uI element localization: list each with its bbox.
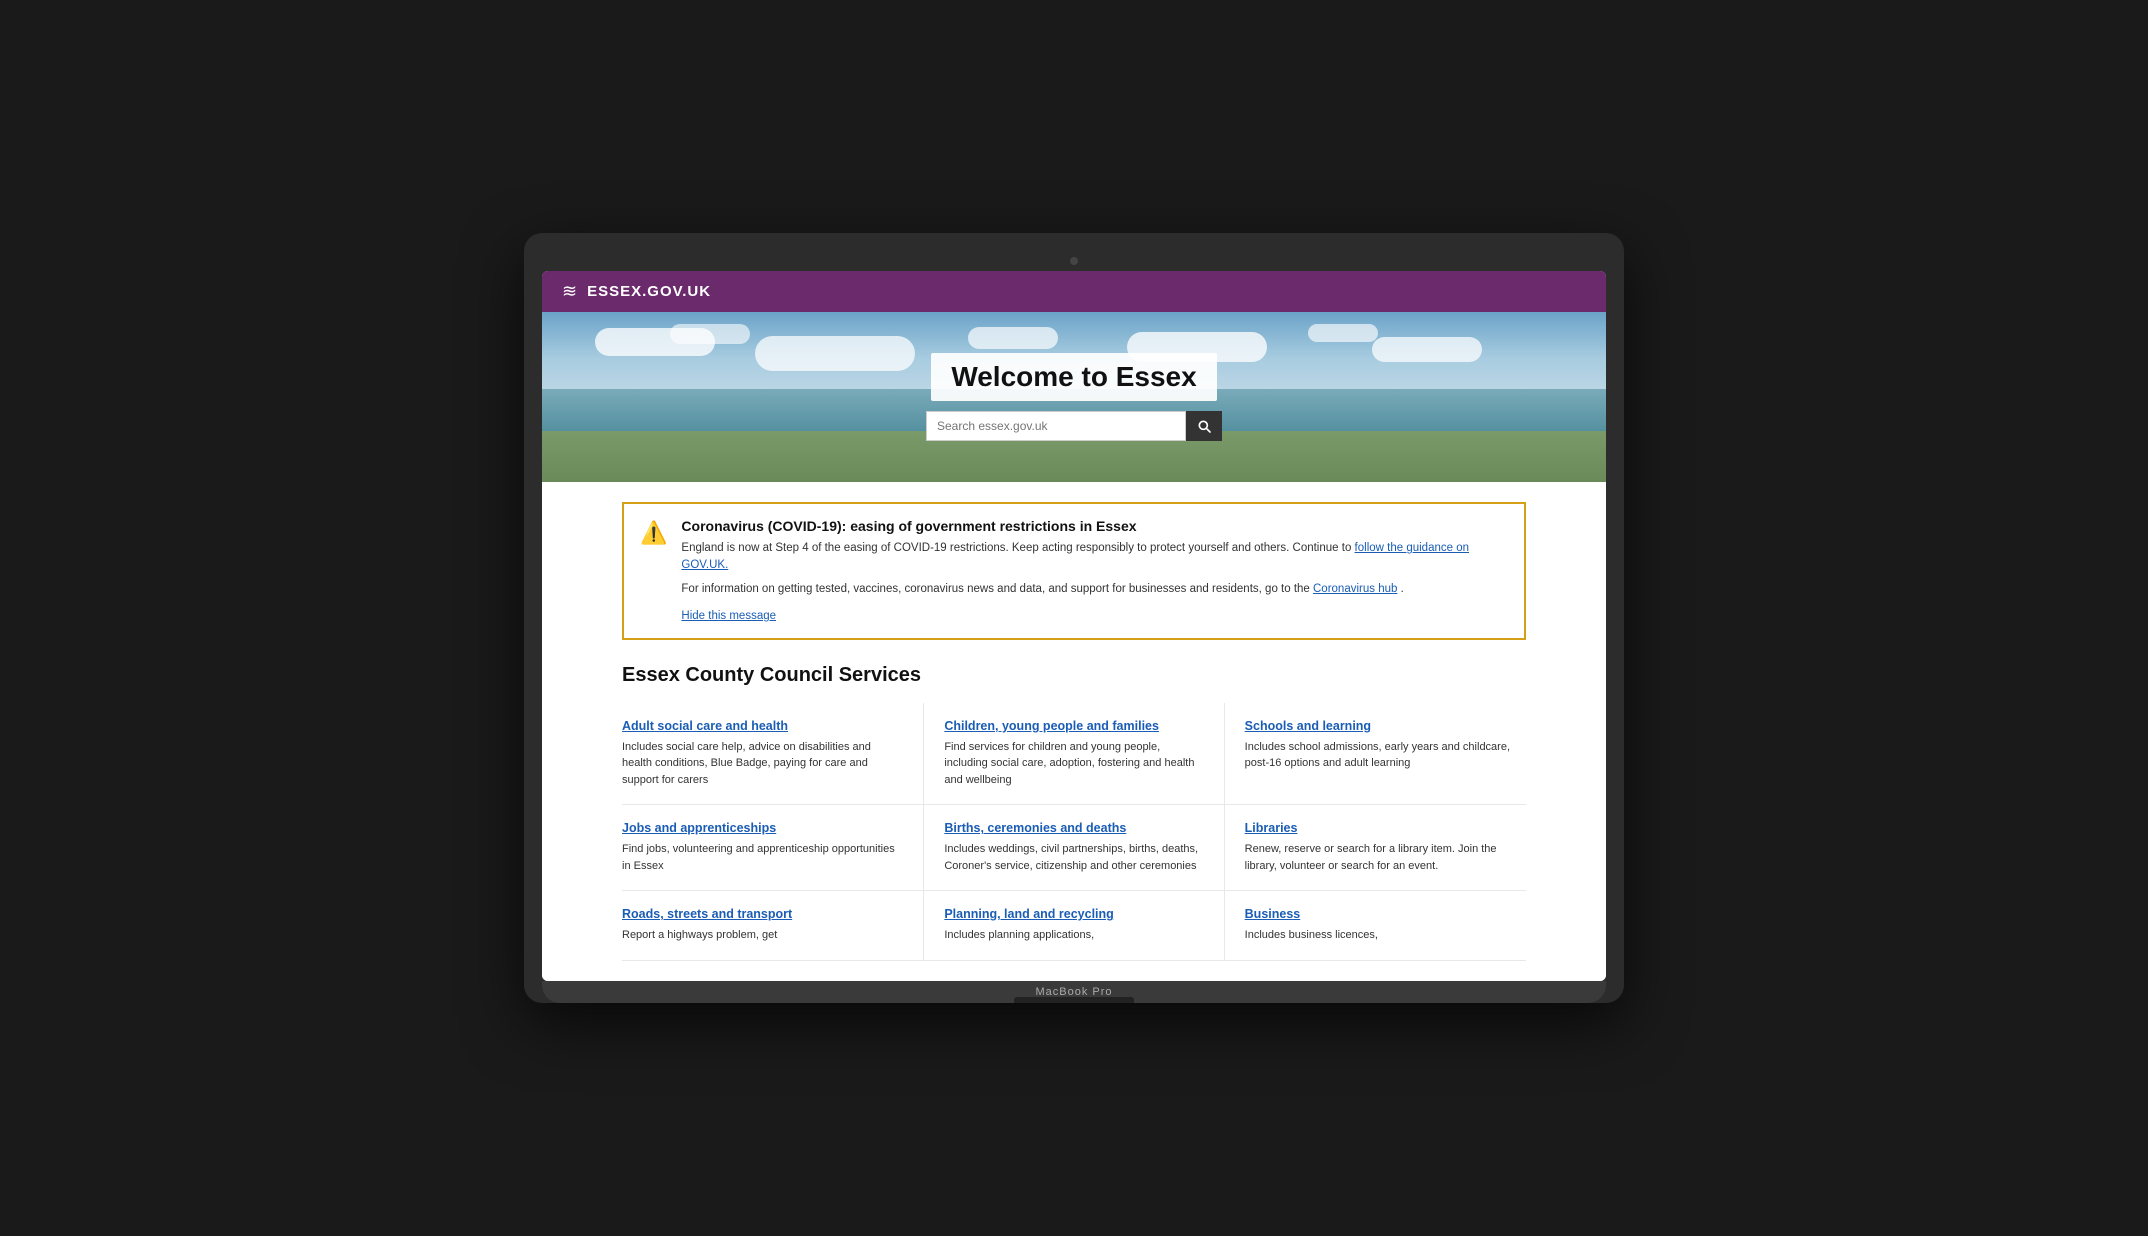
service-card: Planning, land and recycling Includes pla… [923, 891, 1224, 961]
service-description: Report a highways problem, get [622, 927, 903, 944]
service-link[interactable]: Adult social care and health [622, 719, 903, 733]
service-description: Includes social care help, advice on dis… [622, 739, 903, 789]
service-description: Includes school admissions, early years … [1245, 739, 1526, 772]
alert-box: ⚠️ Coronavirus (COVID-19): easing of gov… [622, 502, 1526, 640]
service-link[interactable]: Children, young people and families [944, 719, 1203, 733]
services-grid: Adult social care and health Includes soc… [622, 703, 1526, 961]
service-card: Births, ceremonies and deaths Includes we… [923, 805, 1224, 891]
service-card: Adult social care and health Includes soc… [622, 703, 923, 806]
service-card: Business Includes business licences, [1225, 891, 1526, 961]
service-card: Schools and learning Includes school admi… [1225, 703, 1526, 806]
alert-text-1: England is now at Step 4 of the easing o… [681, 540, 1508, 575]
service-link[interactable]: Roads, streets and transport [622, 907, 903, 921]
service-card: Libraries Renew, reserve or search for a … [1225, 805, 1526, 891]
alert-icon: ⚠️ [640, 520, 667, 624]
service-description: Renew, reserve or search for a library i… [1245, 841, 1526, 874]
search-button[interactable] [1186, 411, 1222, 441]
service-card: Children, young people and families Find … [923, 703, 1224, 806]
site-header: ≋ ESSEX.GOV.UK [542, 271, 1606, 312]
service-link[interactable]: Business [1245, 907, 1526, 921]
alert-text-2: For information on getting tested, vacci… [681, 581, 1508, 598]
service-description: Find services for children and young peo… [944, 739, 1203, 789]
service-card: Roads, streets and transport Report a hig… [622, 891, 923, 961]
coronavirus-hub-link[interactable]: Coronavirus hub [1313, 583, 1397, 595]
service-link[interactable]: Planning, land and recycling [944, 907, 1203, 921]
logo-icon: ≋ [562, 281, 577, 302]
service-link[interactable]: Libraries [1245, 821, 1526, 835]
laptop-camera [542, 251, 1606, 271]
search-icon [1196, 418, 1212, 434]
service-description: Find jobs, volunteering and apprenticesh… [622, 841, 903, 874]
hero-section: Welcome to Essex [542, 312, 1606, 482]
service-link[interactable]: Jobs and apprenticeships [622, 821, 903, 835]
alert-title: Coronavirus (COVID-19): easing of govern… [681, 518, 1508, 534]
service-description: Includes weddings, civil partnerships, b… [944, 841, 1203, 874]
service-card: Jobs and apprenticeships Find jobs, volun… [622, 805, 923, 891]
service-description: Includes business licences, [1245, 927, 1526, 944]
page-title: Welcome to Essex [951, 361, 1196, 393]
service-description: Includes planning applications, [944, 927, 1203, 944]
services-heading: Essex County Council Services [622, 664, 1526, 687]
service-link[interactable]: Schools and learning [1245, 719, 1526, 733]
search-input[interactable] [926, 411, 1186, 441]
hide-message-link[interactable]: Hide this message [681, 610, 776, 622]
site-logo-text: ESSEX.GOV.UK [587, 283, 711, 300]
service-link[interactable]: Births, ceremonies and deaths [944, 821, 1203, 835]
